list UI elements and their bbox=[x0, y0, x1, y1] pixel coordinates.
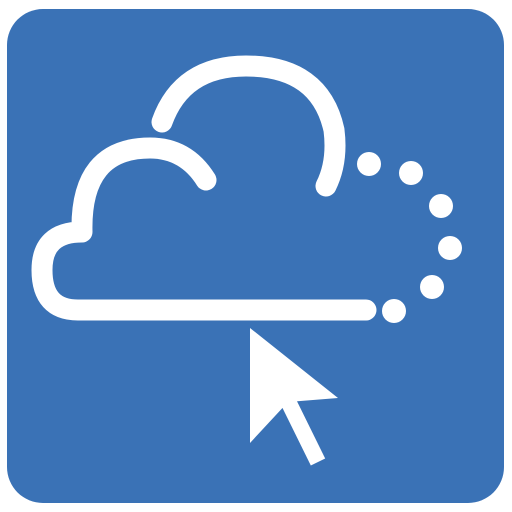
cloud-pointer-icon bbox=[31, 55, 462, 466]
loading-dot bbox=[438, 236, 462, 260]
cloud-outline bbox=[31, 137, 377, 321]
cloud-icon bbox=[31, 55, 377, 321]
mouse-pointer-icon bbox=[250, 328, 338, 466]
loading-dot bbox=[357, 152, 381, 176]
loading-dot bbox=[382, 299, 406, 323]
loading-dot bbox=[420, 275, 444, 299]
cursor-tail bbox=[278, 393, 326, 466]
loading-dot bbox=[399, 161, 423, 185]
loading-dot bbox=[429, 194, 453, 218]
loading-dots-icon bbox=[357, 152, 462, 323]
app-icon[interactable] bbox=[7, 9, 504, 503]
